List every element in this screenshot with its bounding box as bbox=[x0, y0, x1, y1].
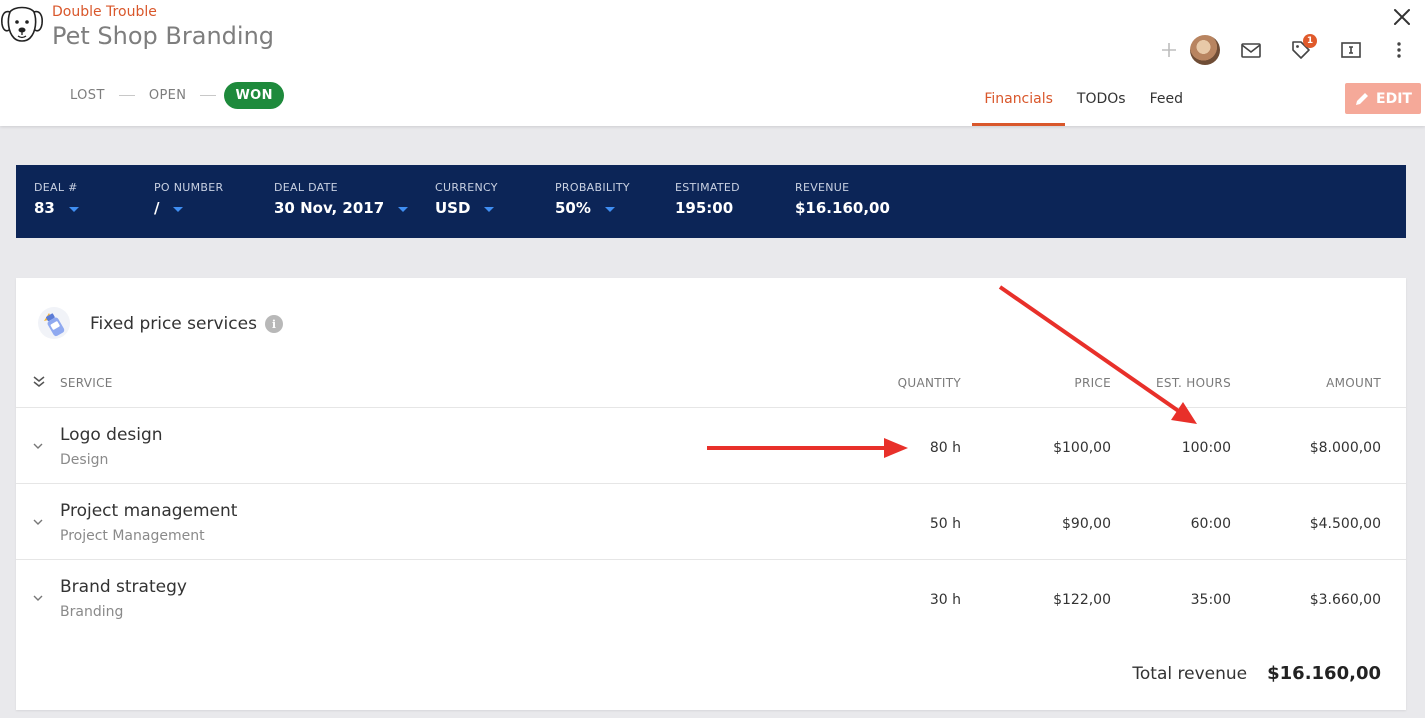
service-name: Brand strategy bbox=[60, 577, 187, 597]
column-header-quantity[interactable]: QUANTITY bbox=[898, 376, 961, 390]
service-amount: $4.500,00 bbox=[1309, 516, 1381, 532]
service-quantity: 80 h bbox=[929, 440, 961, 456]
tab-todos[interactable]: TODOs bbox=[1065, 78, 1138, 126]
table-row[interactable]: Logo design Design 80 h $100,00 100:00 $… bbox=[16, 408, 1406, 484]
field-label: DEAL # bbox=[34, 181, 78, 194]
service-est-hours: 60:00 bbox=[1190, 516, 1231, 532]
table-row[interactable]: Brand strategy Branding 30 h $122,00 35:… bbox=[16, 560, 1406, 636]
estimated-field: ESTIMATED 195:00 bbox=[675, 165, 795, 238]
chevron-down-icon[interactable] bbox=[32, 516, 44, 528]
chevron-down-icon[interactable] bbox=[32, 440, 44, 452]
notification-badge: 1 bbox=[1303, 34, 1317, 48]
probability-value: 50% bbox=[555, 199, 591, 217]
caret-down-icon[interactable] bbox=[68, 206, 79, 212]
column-header-price[interactable]: PRICE bbox=[1074, 376, 1111, 390]
header-toolbar: 1 bbox=[1155, 34, 1425, 66]
service-amount: $3.660,00 bbox=[1309, 592, 1381, 608]
deal-number-field[interactable]: DEAL # 83 bbox=[34, 165, 154, 238]
service-price: $90,00 bbox=[1062, 516, 1111, 532]
avatar[interactable] bbox=[1190, 35, 1220, 65]
deal-date-value: 30 Nov, 2017 bbox=[274, 199, 385, 217]
stage-divider bbox=[200, 94, 217, 96]
card-title: Fixed price services i bbox=[90, 314, 283, 334]
deal-header: Double Trouble Pet Shop Branding LOST OP… bbox=[0, 0, 1425, 126]
dog-logo-icon bbox=[1, 6, 43, 42]
card-title-text: Fixed price services bbox=[90, 314, 257, 334]
edit-button[interactable]: EDIT bbox=[1345, 83, 1421, 114]
field-label: PROBABILITY bbox=[555, 181, 630, 194]
probability-field[interactable]: PROBABILITY 50% bbox=[555, 165, 675, 238]
service-price: $100,00 bbox=[1053, 440, 1111, 456]
service-est-hours: 100:00 bbox=[1181, 440, 1231, 456]
notifications-button[interactable]: 1 bbox=[1289, 34, 1317, 62]
total-revenue-value: $16.160,00 bbox=[1267, 663, 1381, 684]
stage-won[interactable]: WON bbox=[224, 81, 284, 109]
service-category: Design bbox=[60, 452, 109, 468]
deal-stage-selector: LOST OPEN WON bbox=[70, 80, 284, 110]
column-header-service[interactable]: SERVICE bbox=[60, 376, 113, 390]
close-icon[interactable] bbox=[1391, 6, 1413, 28]
deal-date-field[interactable]: DEAL DATE 30 Nov, 2017 bbox=[274, 165, 435, 238]
fixed-price-services-card: Fixed price services i SERVICE QUANTITY … bbox=[16, 278, 1406, 710]
estimated-value: 195:00 bbox=[675, 199, 734, 217]
service-category: Branding bbox=[60, 604, 124, 620]
service-name: Project management bbox=[60, 501, 238, 521]
field-label: PO NUMBER bbox=[154, 181, 224, 194]
chevron-down-icon[interactable] bbox=[32, 592, 44, 604]
mail-icon[interactable] bbox=[1239, 38, 1263, 62]
field-label: ESTIMATED bbox=[675, 181, 740, 194]
revenue-field: REVENUE $16.160,00 bbox=[795, 165, 915, 238]
service-amount: $8.000,00 bbox=[1309, 440, 1381, 456]
po-number-value: / bbox=[154, 199, 160, 217]
service-quantity: 30 h bbox=[929, 592, 961, 608]
info-icon[interactable]: i bbox=[264, 315, 283, 333]
double-chevron-icon[interactable] bbox=[32, 375, 46, 389]
service-est-hours: 35:00 bbox=[1190, 592, 1231, 608]
stage-lost[interactable]: LOST bbox=[70, 88, 105, 103]
currency-value: USD bbox=[435, 199, 471, 217]
service-name: Logo design bbox=[60, 425, 163, 445]
revenue-value: $16.160,00 bbox=[795, 199, 890, 217]
pencil-icon bbox=[1356, 92, 1369, 105]
field-label: DEAL DATE bbox=[274, 181, 338, 194]
service-quantity: 50 h bbox=[929, 516, 961, 532]
service-price: $122,00 bbox=[1053, 592, 1111, 608]
caret-down-icon[interactable] bbox=[398, 206, 409, 212]
currency-field[interactable]: CURRENCY USD bbox=[435, 165, 555, 238]
column-header-est-hours[interactable]: EST. HOURS bbox=[1156, 376, 1231, 390]
table-header: SERVICE QUANTITY PRICE EST. HOURS AMOUNT bbox=[16, 376, 1406, 408]
service-category: Project Management bbox=[60, 528, 205, 544]
caret-down-icon[interactable] bbox=[604, 206, 615, 212]
kebab-menu-icon[interactable] bbox=[1387, 38, 1411, 62]
caret-down-icon[interactable] bbox=[173, 206, 184, 212]
deal-tabs: Financials TODOs Feed bbox=[972, 78, 1195, 126]
tab-financials[interactable]: Financials bbox=[972, 78, 1065, 126]
caret-down-icon[interactable] bbox=[484, 206, 495, 212]
deal-title[interactable]: Pet Shop Branding bbox=[52, 22, 274, 50]
bottle-icon bbox=[38, 307, 70, 339]
column-header-amount[interactable]: AMOUNT bbox=[1326, 376, 1381, 390]
field-label: REVENUE bbox=[795, 181, 850, 194]
deal-number-value: 83 bbox=[34, 199, 55, 217]
deal-summary-bar: DEAL # 83 PO NUMBER / DEAL DATE 30 Nov, … bbox=[16, 165, 1406, 238]
text-box-icon[interactable] bbox=[1339, 38, 1363, 62]
plus-icon[interactable] bbox=[1157, 38, 1181, 62]
edit-button-label: EDIT bbox=[1376, 90, 1412, 107]
total-revenue-label: Total revenue bbox=[1132, 664, 1248, 684]
tab-feed[interactable]: Feed bbox=[1138, 78, 1195, 126]
field-label: CURRENCY bbox=[435, 181, 498, 194]
table-row[interactable]: Project management Project Management 50… bbox=[16, 484, 1406, 560]
stage-divider bbox=[118, 94, 135, 96]
stage-open[interactable]: OPEN bbox=[149, 88, 187, 103]
client-name[interactable]: Double Trouble bbox=[52, 4, 157, 20]
po-number-field[interactable]: PO NUMBER / bbox=[154, 165, 274, 238]
total-revenue: Total revenue $16.160,00 bbox=[1132, 663, 1381, 684]
